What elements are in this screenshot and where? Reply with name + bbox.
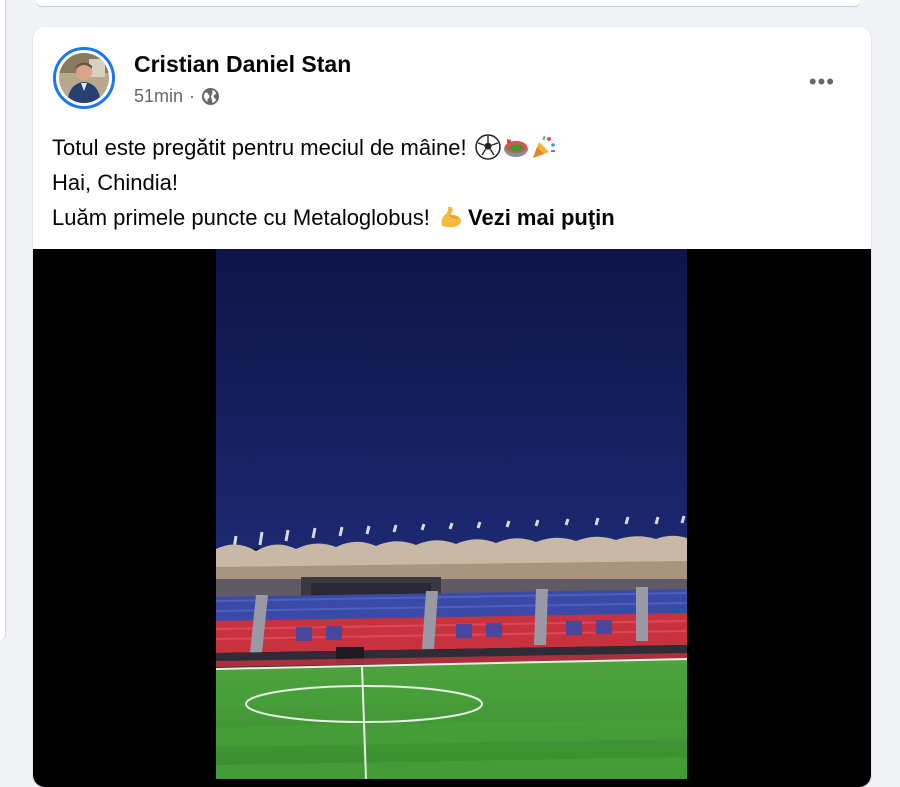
post-text: Totul este pregătit pentru meciul de mâi… <box>52 130 852 235</box>
post-text-line-3: Luăm primele puncte cu Metaloglobus! Vez… <box>52 200 852 235</box>
post-text-line-1-text: Totul este pregătit pentru meciul de mâi… <box>52 135 467 160</box>
left-panel-edge <box>0 0 6 640</box>
avatar[interactable] <box>53 47 115 109</box>
video-player[interactable] <box>33 249 871 787</box>
stadium-emoji <box>503 134 529 160</box>
meta-separator: · <box>189 86 196 106</box>
post-time[interactable]: 51min <box>134 86 183 107</box>
post-text-line-3-text: Luăm primele puncte cu Metaloglobus! <box>52 205 430 230</box>
more-options-icon[interactable]: ••• <box>809 71 835 93</box>
flexed-biceps-emoji <box>438 204 464 230</box>
post-text-line-1: Totul este pregătit pentru meciul de mâi… <box>52 130 852 165</box>
globe-icon[interactable] <box>201 87 220 106</box>
post-meta: 51min · <box>134 86 220 107</box>
previous-post-edge <box>36 0 860 7</box>
author-name[interactable]: Cristian Daniel Stan <box>134 51 351 78</box>
avatar-photo <box>59 53 109 103</box>
post-card: Cristian Daniel Stan 51min · ••• Totul e… <box>33 27 871 787</box>
see-less-link[interactable]: Vezi mai puţin <box>468 205 615 230</box>
post-text-line-2: Hai, Chindia! <box>52 170 178 195</box>
party-popper-emoji <box>531 134 557 160</box>
stadium-scene <box>216 249 687 779</box>
soccer-ball-emoji <box>474 134 501 160</box>
video-frame[interactable] <box>216 249 687 779</box>
